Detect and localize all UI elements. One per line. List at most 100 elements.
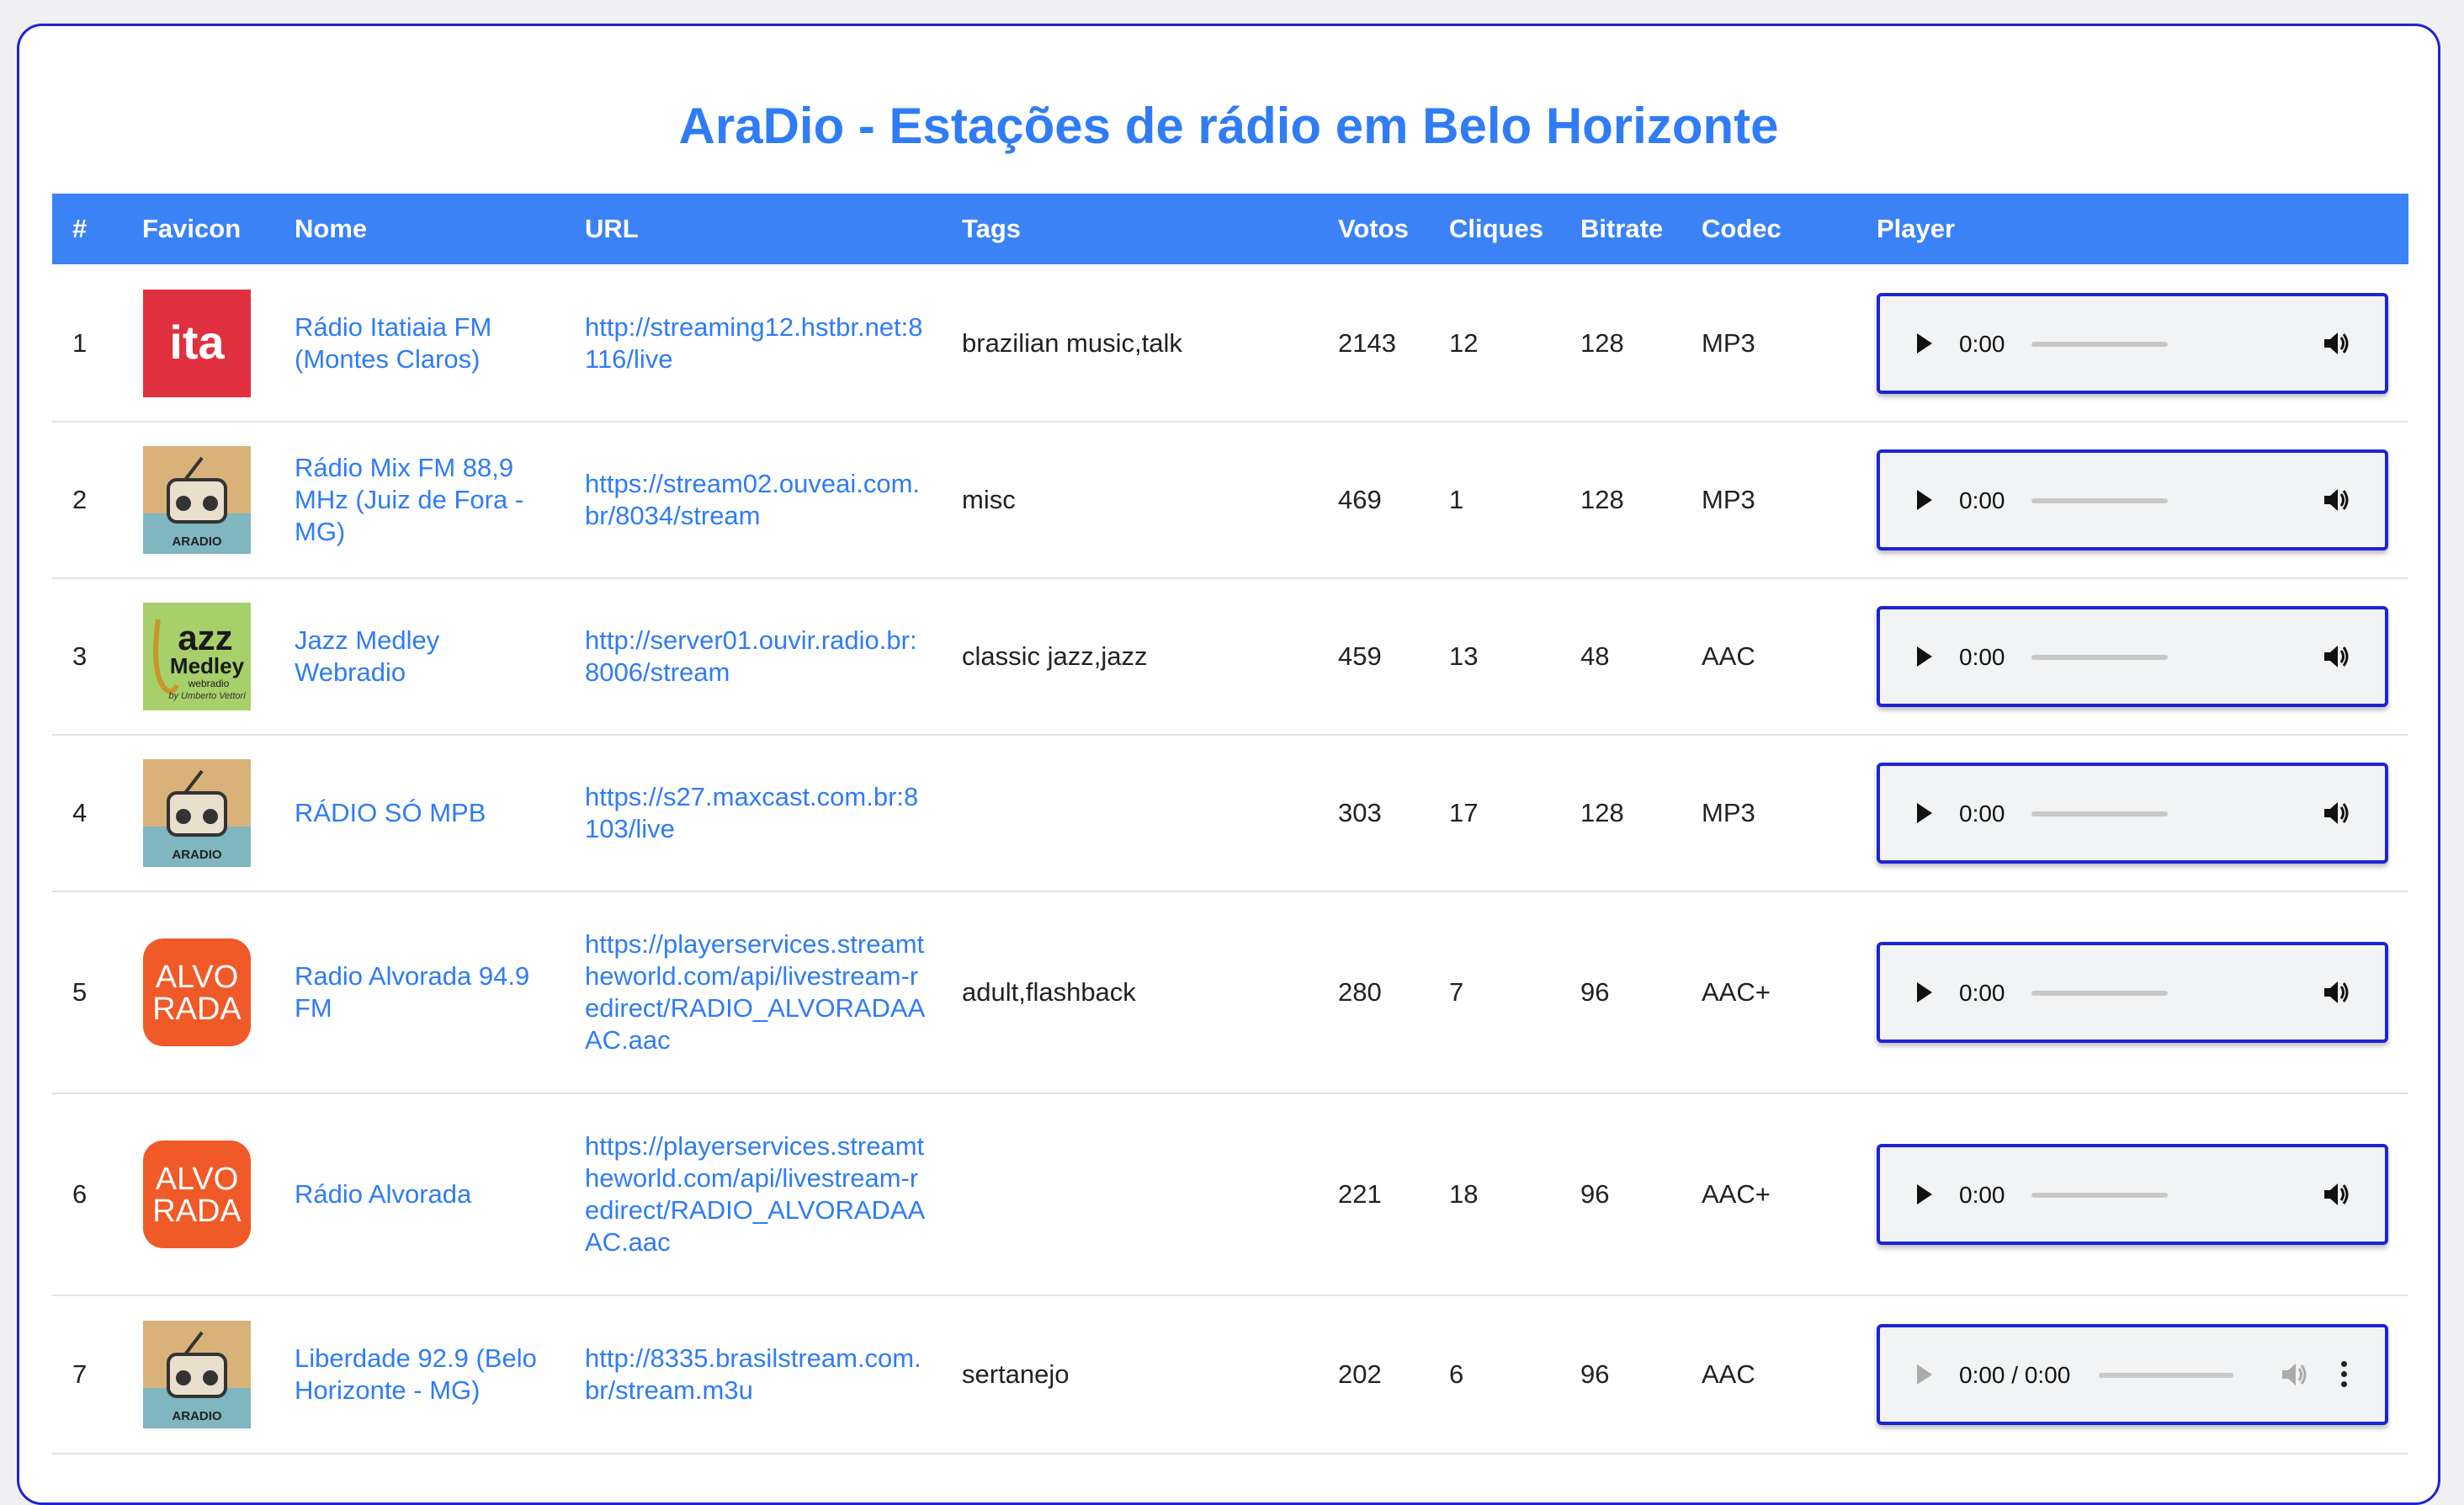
table-row: 7 ARADIO Liberdade 92.9 (Belo Horizonte - …: [52, 1296, 2408, 1454]
stream-url-link[interactable]: http://8335.brasilstream.com.br/stream.m…: [585, 1343, 930, 1407]
col-header-clicks: Cliques: [1449, 214, 1543, 243]
player-time: 0:00 / 0:00: [1959, 1362, 2071, 1388]
bitrate-value: 128: [1580, 485, 1624, 514]
station-name-link[interactable]: Rádio Alvorada: [295, 1178, 551, 1210]
volume-icon[interactable]: [2319, 327, 2353, 360]
play-icon[interactable]: [1917, 803, 1932, 823]
col-header-votes: Votos: [1338, 214, 1409, 243]
audio-player[interactable]: 0:00: [1877, 1144, 2388, 1245]
audio-player[interactable]: 0:00: [1877, 449, 2388, 550]
station-tags: classic jazz,jazz: [962, 641, 1148, 671]
player-time: 0:00: [1959, 1182, 2005, 1208]
clicks-count: 18: [1449, 1179, 1479, 1209]
svg-text:ARADIO: ARADIO: [172, 534, 221, 549]
svg-text:webradio: webradio: [188, 678, 230, 689]
audio-player[interactable]: 0:00: [1877, 763, 2388, 864]
progress-slider[interactable]: [2031, 655, 2168, 660]
col-header-codec: Codec: [1702, 214, 1782, 243]
audio-player[interactable]: 0:00: [1877, 942, 2388, 1043]
station-name-link[interactable]: Radio Alvorada 94.9 FM: [295, 960, 551, 1024]
logo-text-ita: ita: [169, 316, 225, 369]
station-name-link[interactable]: Rádio Itatiaia FM (Montes Claros): [295, 311, 551, 375]
progress-slider[interactable]: [2031, 991, 2168, 996]
player-time: 0:00: [1959, 980, 2005, 1006]
progress-slider[interactable]: [2031, 342, 2168, 347]
svg-text:azz: azz: [178, 618, 232, 657]
audio-player[interactable]: 0:00 / 0:00: [1877, 1324, 2388, 1425]
progress-slider[interactable]: [2099, 1373, 2233, 1378]
table-row: 2 ARADIO Rádio Mix FM 88,9 MHz (Juiz de Fo…: [52, 423, 2408, 579]
bitrate-value: 96: [1580, 977, 1610, 1007]
votes-count: 202: [1338, 1359, 1382, 1389]
audio-player[interactable]: 0:00: [1877, 293, 2388, 394]
svg-text:ALVO: ALVO: [156, 1162, 239, 1197]
clicks-count: 7: [1449, 977, 1464, 1007]
clicks-count: 1: [1449, 485, 1464, 514]
col-header-name: Nome: [295, 214, 368, 243]
more-options-icon[interactable]: [2341, 1361, 2348, 1390]
play-icon[interactable]: [1917, 490, 1932, 510]
col-header-player: Player: [1877, 214, 1956, 243]
row-number: 4: [72, 798, 88, 827]
progress-slider[interactable]: [2031, 811, 2168, 816]
table-row: 1 ita Rádio Itatiaia FM (Montes Claros) htt…: [52, 266, 2408, 423]
bitrate-value: 128: [1580, 798, 1624, 827]
play-icon[interactable]: [1917, 1364, 1932, 1385]
row-number: 6: [72, 1179, 88, 1209]
stream-url-link[interactable]: https://playerservices.streamtheworld.co…: [585, 1130, 930, 1258]
station-name-link[interactable]: RÁDIO SÓ MPB: [295, 797, 551, 829]
stream-url-link[interactable]: http://streaming12.hstbr.net:8116/live: [585, 311, 930, 375]
station-favicon: ALVO RADA: [143, 939, 251, 1046]
bitrate-value: 96: [1580, 1359, 1610, 1389]
table-row: 4 ARADIO RÁDIO SÓ MPB https://s27.maxcast.c…: [52, 736, 2408, 892]
player-time: 0:00: [1959, 644, 2005, 670]
progress-slider[interactable]: [2031, 1193, 2168, 1198]
station-favicon: ARADIO: [143, 1321, 251, 1428]
stream-url-link[interactable]: http://server01.ouvir.radio.br:8006/stre…: [585, 625, 930, 689]
bitrate-value: 96: [1580, 1179, 1610, 1209]
player-time: 0:00: [1959, 331, 2005, 357]
volume-icon[interactable]: [2319, 483, 2353, 517]
station-favicon: ARADIO: [143, 446, 251, 554]
row-number: 5: [72, 977, 88, 1007]
codec-value: AAC+: [1702, 977, 1771, 1007]
station-favicon: ita: [143, 290, 251, 397]
stream-url-link[interactable]: https://s27.maxcast.com.br:8103/live: [585, 781, 930, 845]
station-tags: sertanejo: [962, 1359, 1070, 1389]
clicks-count: 6: [1449, 1359, 1464, 1389]
page-title: AraDio - Estações de rádio em Belo Horiz…: [678, 98, 1779, 154]
play-icon[interactable]: [1917, 1184, 1932, 1205]
svg-text:ARADIO: ARADIO: [172, 848, 221, 862]
audio-player[interactable]: 0:00: [1877, 606, 2388, 707]
station-name-link[interactable]: Liberdade 92.9 (Belo Horizonte - MG): [295, 1343, 551, 1407]
svg-text:ARADIO: ARADIO: [172, 1409, 221, 1423]
play-icon[interactable]: [1917, 982, 1932, 1002]
stream-url-link[interactable]: https://playerservices.streamtheworld.co…: [585, 928, 930, 1056]
codec-value: AAC: [1702, 1359, 1755, 1389]
row-number: 2: [72, 485, 88, 514]
table-row: 5 ALVO RADA Radio Alvorada 94.9 FM https://p…: [52, 892, 2408, 1094]
station-favicon: azz Medley webradio by Umberto Vettori: [143, 603, 251, 710]
stream-url-link[interactable]: https://stream02.ouveai.com.br/8034/stre…: [585, 468, 930, 532]
votes-count: 2143: [1338, 328, 1396, 358]
row-number: 3: [72, 641, 88, 671]
play-icon[interactable]: [1917, 646, 1932, 667]
progress-slider[interactable]: [2031, 498, 2168, 503]
volume-icon[interactable]: [2319, 1178, 2353, 1211]
svg-text:Medley: Medley: [170, 653, 245, 678]
volume-icon[interactable]: [2319, 796, 2353, 830]
svg-text:RADA: RADA: [152, 1194, 242, 1229]
player-time: 0:00: [1959, 800, 2005, 827]
volume-icon[interactable]: [2277, 1358, 2311, 1391]
station-favicon: ALVO RADA: [143, 1141, 251, 1248]
station-name-link[interactable]: Rádio Mix FM 88,9 MHz (Juiz de Fora - MG…: [295, 452, 551, 548]
row-number: 7: [72, 1359, 88, 1389]
table-row: 3 azz Medley webradio by Umberto Vettori Jazz…: [52, 579, 2408, 736]
votes-count: 221: [1338, 1179, 1382, 1209]
play-icon[interactable]: [1917, 333, 1932, 354]
votes-count: 303: [1338, 798, 1382, 827]
volume-icon[interactable]: [2319, 640, 2353, 673]
station-tags: adult,flashback: [962, 977, 1136, 1007]
volume-icon[interactable]: [2319, 976, 2353, 1009]
station-name-link[interactable]: Jazz Medley Webradio: [295, 625, 551, 689]
